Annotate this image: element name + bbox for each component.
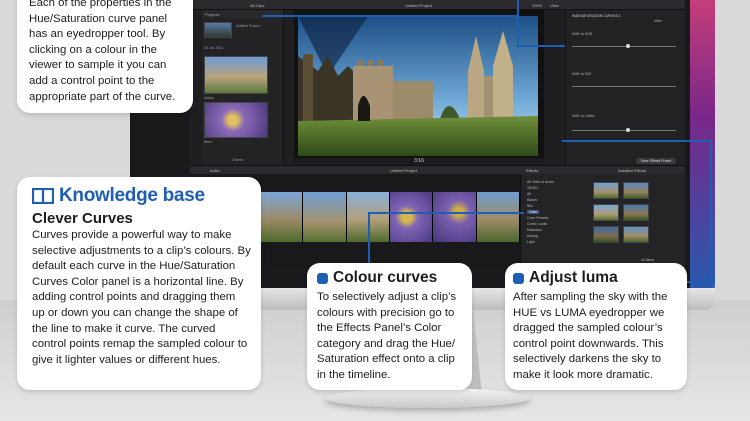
clip-label: Bees [204,140,212,144]
knowledge-base-title: Knowledge base [59,185,205,206]
book-icon [31,187,55,205]
adjust-luma-text: After sampling the sky with the HUE vs L… [513,291,668,381]
clip-label: Abbey [204,96,214,100]
knowledge-base-box: Knowledge base Clever Curves Curves prov… [17,177,261,390]
knowledge-base-header: Knowledge base [31,185,251,207]
colour-curves-box: Colour curves To selectively adjust a cl… [307,263,472,390]
adjust-luma-header: Adjust luma [513,269,679,287]
effect-thumbnail[interactable] [593,204,619,221]
effects-count: 44 items [641,258,655,262]
curve-label: HUE vs SAT [572,72,592,76]
timeline-clip[interactable] [433,192,477,242]
viewer-panel: 3:16 [294,10,544,165]
effects-header[interactable]: Effects [526,168,538,173]
timeline-clip[interactable] [476,192,520,242]
adjust-luma-box: Adjust luma After sampling the sky with … [505,263,687,390]
callout-line [562,140,711,142]
colour-curves-header: Colour curves [317,269,464,287]
curve-control-point[interactable] [626,44,630,48]
inspector-effect-name: HUE/SATURATION CURVES 1 [572,14,621,18]
knowledge-base-subtitle: Clever Curves [32,210,133,227]
callout-line [710,140,712,282]
effect-thumbnail[interactable] [593,182,619,199]
inspector-view-menu[interactable]: View [654,19,662,23]
callout-line [368,212,370,264]
app-screen: All Clips Untitled Project 100% View Pro… [190,0,685,268]
eyedropper-info-box: Each of the properties in the Hue/Satura… [17,0,193,113]
viewer-zoom[interactable]: 100% [532,3,542,8]
effects-category[interactable]: All Video & Audio [527,180,554,184]
viewer-timecode: 3:16 [294,158,544,165]
curve-label: HUE vs LUMA [572,114,595,118]
hue-vs-luma-curve[interactable] [572,130,676,131]
colour-curves-text: To selectively adjust a clip’s colours w… [317,291,457,381]
viewer-view-menu[interactable]: View [550,3,559,8]
effects-category[interactable]: Keying [527,234,538,238]
browser-count: 3 items [232,158,244,162]
hue-saturation-effect-thumbnail[interactable] [593,226,619,243]
date-label: 26 Jun 2021 [204,46,224,50]
timeline-clip[interactable] [260,192,304,242]
bees-clip[interactable] [204,102,268,138]
callout-line [686,281,712,283]
browser-panel: Projects Untitled Project 26 Jun 2021 Ab… [202,10,284,165]
effect-thumbnail[interactable] [623,226,649,243]
effects-category[interactable]: VIDEO [527,186,538,190]
browser-filter[interactable]: All Clips [250,3,264,8]
timeline-clip[interactable] [389,192,434,242]
monitor-base [325,388,530,408]
effects-category[interactable]: Color Presets [527,216,548,220]
effects-category-color[interactable]: Color [527,210,540,214]
project-title: Untitled Project [405,3,433,8]
adjust-luma-title: Adjust luma [529,269,618,286]
clip-label: Untitled Project [236,24,260,28]
effects-installed: Installed Effects [618,168,647,173]
hue-vs-sat-curve[interactable] [572,86,676,87]
colour-curves-title: Colour curves [333,269,438,286]
square-bullet-icon [317,272,328,284]
effects-category[interactable]: Light [527,240,535,244]
hue-vs-hue-curve[interactable] [572,46,676,47]
timeline-header: Index Untitled Project Effects Installed… [190,165,685,174]
callout-line [517,45,565,47]
effects-category[interactable]: All [527,192,531,196]
abbey-clip[interactable] [204,56,268,94]
effects-category[interactable]: Blur [527,204,533,208]
effect-thumbnail[interactable] [623,182,649,199]
timeline-index-button[interactable]: Index [210,168,220,173]
effects-category[interactable]: Comic Looks [527,222,547,226]
timeline-project-name: Untitled Project [390,168,418,173]
project-thumbnail[interactable] [204,22,232,38]
eyedropper-info-text: Each of the properties in the Hue/Satura… [29,0,176,103]
timeline-clip[interactable] [303,192,347,242]
timeline-clips[interactable] [260,192,520,242]
callout-line [262,15,517,17]
knowledge-base-text: Curves provide a powerful way to make se… [32,229,251,366]
square-bullet-icon [513,272,524,284]
save-effects-preset-button[interactable]: Save Effects Preset [636,158,676,164]
viewer-image[interactable] [298,16,538,156]
effects-category[interactable]: Basics [527,198,537,202]
curve-label: HUE vs HUE [572,32,593,36]
callout-line [517,0,519,46]
curve-control-point[interactable] [626,128,630,132]
effects-panel: All Video & Audio VIDEO All Basics Blur … [520,174,685,268]
effects-category[interactable]: Distortion [527,228,542,232]
app-toolbar: All Clips Untitled Project 100% View [190,0,685,10]
effect-thumbnail[interactable] [623,204,649,221]
callout-line [368,212,524,214]
